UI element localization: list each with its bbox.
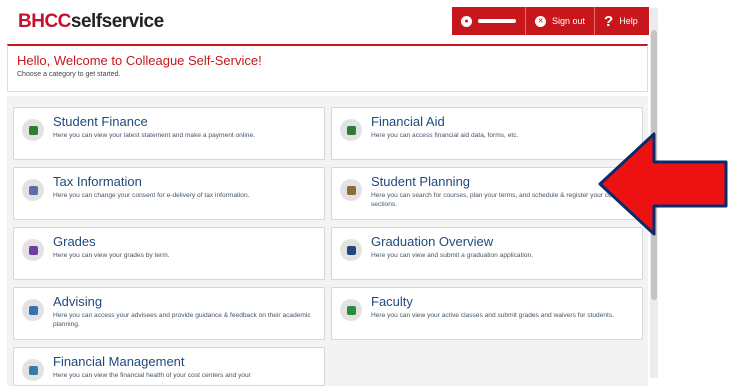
brand-part-2: selfservice [70,11,164,32]
welcome-title: Hello, Welcome to Colleague Self-Service… [17,53,262,68]
sign-out-button[interactable]: ✕ Sign out [526,7,596,35]
pie-chart-icon [22,359,44,381]
card-title: Advising [53,294,103,309]
welcome-subtitle: Choose a category to get started. [17,71,121,78]
money-icon [340,119,362,141]
card-title: Financial Management [53,354,185,369]
top-bar: BHCCselfservice ● ✕ Sign out ? Help [0,0,730,42]
grades-icon-glyph [28,245,38,255]
card-description: Here you can access your advisees and pr… [53,312,311,328]
faculty-icon-glyph [346,305,356,315]
card-description: Here you can view your active classes an… [371,312,614,319]
card-student-finance[interactable]: Student Finance Here you can view your l… [13,107,325,160]
tax-form-icon-glyph [28,185,38,195]
tax-form-icon [22,179,44,201]
advising-icon [22,299,44,321]
dollar-icon-glyph [28,125,38,135]
sign-out-label: Sign out [552,16,586,26]
card-description: Here you can view and submit a graduatio… [371,252,534,259]
grades-icon [22,239,44,261]
user-icon: ● [461,15,472,27]
card-title: Tax Information [53,174,142,189]
card-description: Here you can view your latest statement … [53,132,255,139]
advising-icon-glyph [28,305,38,315]
help-label: Help [619,16,638,26]
planning-icon-glyph [346,185,356,195]
user-toolbar: ● ✕ Sign out ? Help [452,7,649,35]
red-arrow-icon [598,132,728,236]
card-title: Grades [53,234,96,249]
money-icon-glyph [346,125,356,135]
card-description: Here you can change your consent for e-d… [53,192,250,199]
card-financial-management[interactable]: Financial Management Here you can view t… [13,347,325,386]
planning-icon [340,179,362,201]
brand-logo[interactable]: BHCCselfservice [18,11,164,33]
card-title: Financial Aid [371,114,445,129]
graduation-cap-icon [340,239,362,261]
card-title: Student Finance [53,114,148,129]
card-description: Here you can view your grades by term. [53,252,170,259]
card-title: Faculty [371,294,413,309]
card-advising[interactable]: Advising Here you can access your advise… [13,287,325,340]
red-arrow-shape [598,132,728,236]
help-icon: ? [604,12,614,30]
help-button[interactable]: ? Help [595,7,647,35]
pie-chart-icon-glyph [28,365,38,375]
user-name-redacted [478,19,516,23]
card-faculty[interactable]: Faculty Here you can view your active cl… [331,287,643,340]
card-tax-information[interactable]: Tax Information Here you can change your… [13,167,325,220]
card-description: Here you can view the financial health o… [53,372,251,379]
brand-part-1: BHCC [18,11,71,32]
user-menu-button[interactable]: ● [452,7,526,35]
faculty-icon [340,299,362,321]
card-title: Student Planning [371,174,471,189]
sign-out-icon: ✕ [535,15,546,27]
dollar-icon [22,119,44,141]
card-grades[interactable]: Grades Here you can view your grades by … [13,227,325,280]
welcome-panel: Hello, Welcome to Colleague Self-Service… [7,44,648,92]
card-title: Graduation Overview [371,234,494,249]
graduation-cap-icon-glyph [346,245,356,255]
